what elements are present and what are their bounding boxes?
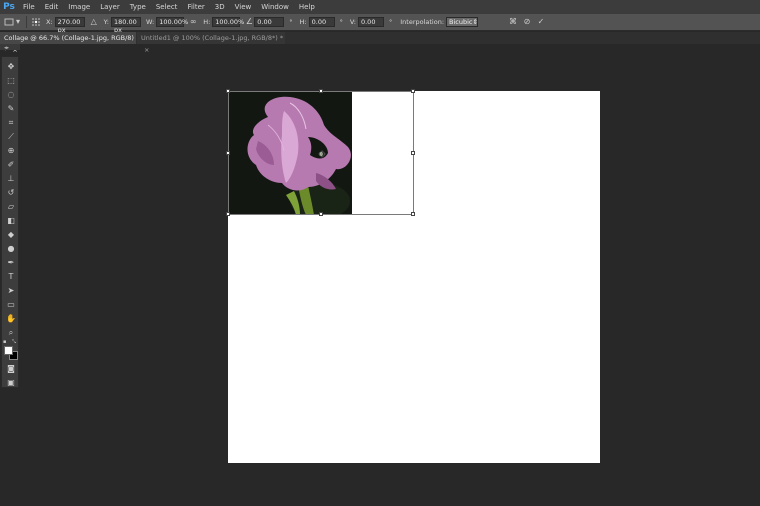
- foreground-color-swatch[interactable]: [4, 346, 13, 355]
- separator: [26, 16, 27, 28]
- photoshop-logo: Ps: [3, 2, 15, 12]
- transform-handle-middle-right[interactable]: [411, 151, 415, 155]
- menu-view[interactable]: View: [230, 0, 257, 14]
- dropdown-arrow-icon[interactable]: ▾: [15, 17, 21, 27]
- commit-transform-icon[interactable]: ✓: [536, 17, 546, 27]
- tab-close-icon[interactable]: ×: [144, 46, 149, 54]
- menu-window[interactable]: Window: [256, 0, 294, 14]
- select-arrows-icon: ⇕: [472, 18, 478, 26]
- panel-collapse-strip[interactable]: ◂▸: [0, 44, 20, 51]
- y-label: Y:: [103, 18, 109, 26]
- path-select-icon[interactable]: ➤: [4, 285, 18, 297]
- tab-untitled1-label: Untitled1 @ 100% (Collage-1.jpg, RGB/8*)…: [141, 34, 284, 42]
- transform-handle-bottom-right[interactable]: [411, 212, 415, 216]
- interpolation-value: Bicubic: [449, 18, 473, 26]
- zoom-icon[interactable]: ⌕: [4, 327, 18, 339]
- x-field[interactable]: 270.00 px: [54, 17, 85, 34]
- menu-type[interactable]: Type: [125, 0, 151, 14]
- document-tab-bar: Collage @ 66.7% (Collage-1.jpg, RGB/8) *…: [0, 32, 760, 54]
- healing-icon[interactable]: ⊕: [4, 145, 18, 157]
- hskew-field[interactable]: 0.00: [308, 17, 335, 27]
- transform-bounding-box[interactable]: [226, 89, 415, 216]
- menu-3d[interactable]: 3D: [210, 0, 230, 14]
- transform-handle-middle-left[interactable]: [226, 151, 230, 155]
- relative-position-icon[interactable]: △: [89, 17, 99, 27]
- menu-select[interactable]: Select: [151, 0, 183, 14]
- y-field[interactable]: 180.00 px: [110, 17, 141, 34]
- history-brush-icon[interactable]: ↺: [4, 187, 18, 199]
- transform-handle-bottom-middle[interactable]: [319, 212, 323, 216]
- svg-text:◂▸: ◂▸: [4, 45, 10, 50]
- default-colors-icon[interactable]: ▪: [3, 340, 9, 345]
- transform-handle-top-left[interactable]: [226, 89, 230, 93]
- reference-point-icon[interactable]: [31, 17, 41, 27]
- swap-colors-icon[interactable]: ⤡: [12, 339, 18, 345]
- stamp-icon[interactable]: ⊥: [4, 173, 18, 185]
- hskew-label: H:: [299, 18, 307, 26]
- screen-mode-icon[interactable]: ▣: [4, 377, 18, 389]
- menu-edit[interactable]: Edit: [40, 0, 64, 14]
- interpolation-label: Interpolation:: [400, 18, 445, 26]
- angle-field[interactable]: 0.00: [254, 17, 285, 27]
- type-icon[interactable]: T: [4, 271, 18, 283]
- hand-icon[interactable]: ✋: [4, 313, 18, 325]
- menu-layer[interactable]: Layer: [95, 0, 125, 14]
- tools-panel: ✥ ⬚ ◌ ✎ ⌗ ⟋ ⊕ ✐ ⊥ ↺ ▱ ◧ ◆ ● ✒ T ➤ ▭ ✋ ⌕ …: [1, 56, 19, 388]
- eraser-icon[interactable]: ▱: [4, 201, 18, 213]
- eyedropper-icon[interactable]: ⟋: [4, 131, 18, 143]
- quick-mask-icon[interactable]: ◙: [4, 363, 18, 375]
- cancel-transform-icon[interactable]: ⊘: [522, 17, 532, 27]
- menu-image[interactable]: Image: [63, 0, 95, 14]
- transform-handle-bottom-left[interactable]: [226, 212, 230, 216]
- brush-icon[interactable]: ✐: [4, 159, 18, 171]
- gradient-icon[interactable]: ◧: [4, 215, 18, 227]
- options-bar: ▾ X: 270.00 px △ Y: 180.00 px W: 100.00%…: [0, 14, 760, 34]
- transform-handle-top-middle[interactable]: [319, 89, 323, 93]
- quick-select-icon[interactable]: ✎: [4, 103, 18, 115]
- menu-help[interactable]: Help: [294, 0, 320, 14]
- shape-icon[interactable]: ▭: [4, 299, 18, 311]
- h-label: H:: [203, 18, 211, 26]
- angle-icon: ∠: [245, 17, 253, 26]
- blur-icon[interactable]: ◆: [4, 229, 18, 241]
- tab-collage[interactable]: Collage @ 66.7% (Collage-1.jpg, RGB/8) *…: [0, 32, 136, 54]
- vskew-label: V:: [349, 18, 356, 26]
- lasso-icon[interactable]: ◌: [4, 89, 18, 101]
- transform-center-point-icon[interactable]: [318, 150, 326, 158]
- tab-untitled1[interactable]: Untitled1 @ 100% (Collage-1.jpg, RGB/8*)…: [137, 32, 285, 54]
- height-field[interactable]: 100.00%: [212, 17, 244, 27]
- vskew-field[interactable]: 0.00: [357, 17, 384, 27]
- interpolation-select[interactable]: Bicubic ⇕: [446, 17, 479, 27]
- dodge-icon[interactable]: ●: [4, 243, 18, 255]
- document-canvas[interactable]: [226, 89, 600, 463]
- transform-tool-icon[interactable]: [4, 17, 14, 27]
- transform-handle-top-right[interactable]: [411, 89, 415, 93]
- w-label: W:: [145, 18, 155, 26]
- link-icon[interactable]: ∞: [188, 17, 198, 27]
- crop-icon[interactable]: ⌗: [4, 117, 18, 129]
- angle-unit: °: [289, 18, 293, 26]
- x-label: X:: [46, 18, 53, 26]
- hskew-unit: °: [339, 18, 343, 26]
- warp-icon[interactable]: ⌘: [508, 17, 518, 27]
- menu-bar: Ps File Edit Image Layer Type Select Fil…: [0, 0, 760, 14]
- move-icon[interactable]: ✥: [4, 61, 18, 73]
- pen-icon[interactable]: ✒: [4, 257, 18, 269]
- vskew-unit: °: [388, 18, 393, 26]
- menu-file[interactable]: File: [18, 0, 40, 14]
- menu-filter[interactable]: Filter: [182, 0, 209, 14]
- width-field[interactable]: 100.00%: [156, 17, 188, 27]
- tab-collage-label: Collage @ 66.7% (Collage-1.jpg, RGB/8) *: [4, 34, 134, 54]
- marquee-icon[interactable]: ⬚: [4, 75, 18, 87]
